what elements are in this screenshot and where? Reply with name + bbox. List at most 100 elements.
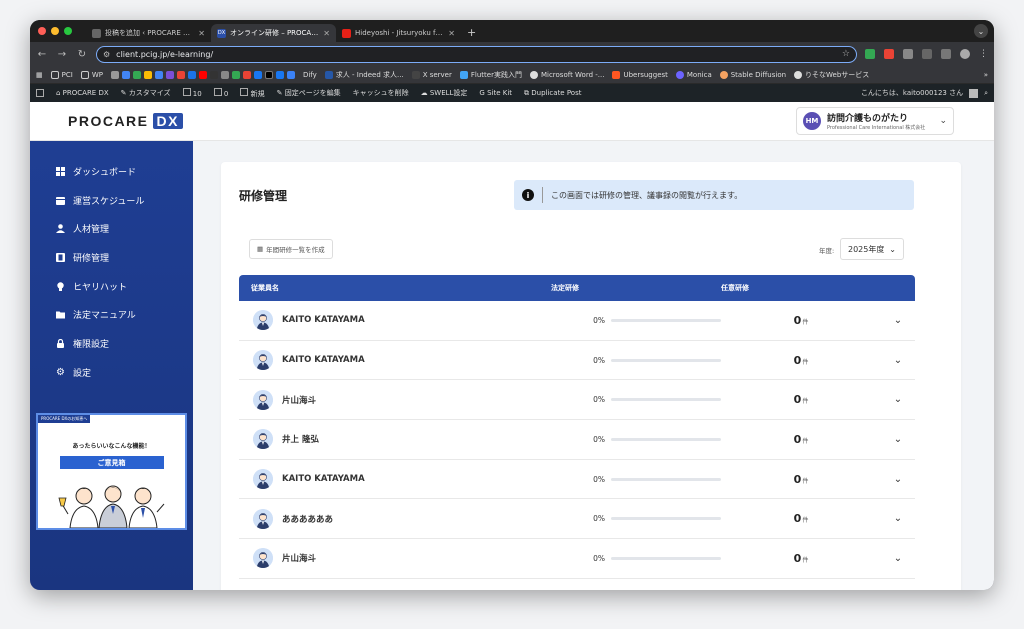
reading-list-icon[interactable]: [941, 49, 951, 59]
sidebar-item-training[interactable]: 研修管理: [30, 243, 193, 272]
procare-favicon: DX: [217, 28, 226, 38]
table-row[interactable]: KAITO KATAYAMA 0% 0 件 ⌄: [239, 301, 915, 341]
more-menu-icon[interactable]: ⋮: [979, 49, 988, 59]
browser-tab-active[interactable]: DX オンライン研修 – PROCARE DX ✕: [211, 24, 336, 42]
sidebar-item-manual[interactable]: 法定マニュアル: [30, 300, 193, 329]
url-text[interactable]: client.pcig.jp/e-learning/: [116, 50, 836, 59]
bookmark-icon[interactable]: [176, 70, 185, 79]
wp-customize-link[interactable]: ✎ カスタマイズ: [121, 88, 171, 98]
profile-avatar-icon[interactable]: [960, 49, 970, 59]
facebook-icon[interactable]: [275, 70, 284, 79]
sidebar-item-incident[interactable]: ヒヤリハット: [30, 272, 193, 301]
row-expand[interactable]: ⌄: [881, 434, 915, 445]
wp-account[interactable]: こんにちは、kaito000123 さん ⌕: [861, 88, 988, 98]
sidebar-item-dashboard[interactable]: ダッシュボード: [30, 157, 193, 186]
create-annual-list-button[interactable]: ▦ 年間研修一覧を作成: [249, 239, 333, 259]
address-bar[interactable]: ⚙ client.pcig.jp/e-learning/ ☆: [96, 45, 857, 63]
bookmark-icon[interactable]: [154, 70, 163, 79]
wp-edit-page-link[interactable]: ✎ 固定ページを編集: [277, 88, 341, 98]
bookmark-icon[interactable]: [220, 70, 229, 79]
extension-icon[interactable]: [865, 49, 875, 59]
youtube-icon: [342, 28, 351, 38]
apps-grid-icon[interactable]: ▦: [36, 71, 43, 79]
sidebar-item-permissions[interactable]: 権限設定: [30, 329, 193, 358]
forward-icon[interactable]: →: [56, 49, 68, 60]
bookmark-item[interactable]: Monica: [675, 70, 712, 79]
bookmark-icon[interactable]: [187, 70, 196, 79]
bookmark-star-icon[interactable]: ☆: [842, 49, 850, 59]
back-icon[interactable]: ←: [36, 49, 48, 60]
row-expand[interactable]: ⌄: [881, 355, 915, 366]
wp-comments-link[interactable]: 0: [213, 88, 228, 98]
wp-admin-bar: ⌂ PROCARE DX ✎ カスタマイズ 10 0 新規 ✎ 固定ページを編集…: [30, 84, 994, 102]
row-expand[interactable]: ⌄: [881, 553, 915, 564]
bookmark-item[interactable]: りそなWebサービス: [794, 70, 869, 80]
wordpress-logo-icon[interactable]: [36, 89, 44, 97]
bookmark-icon[interactable]: [143, 70, 152, 79]
browser-tab[interactable]: Hideyoshi - Jitsuryoku feat. ✕: [336, 24, 461, 42]
site-settings-icon[interactable]: ⚙: [103, 50, 110, 59]
sidebar-item-schedule[interactable]: 運営スケジュール: [30, 186, 193, 215]
extensions-puzzle-icon[interactable]: [903, 49, 913, 59]
table-row[interactable]: 片山海斗 0% 0 件 ⌄: [239, 539, 915, 579]
bookmark-icon[interactable]: [231, 70, 240, 79]
bookmark-item[interactable]: 求人 - Indeed 求人...: [324, 70, 404, 80]
monica-icon: [675, 70, 684, 79]
minimize-window-button[interactable]: [51, 27, 59, 35]
wp-updates-link[interactable]: 10: [182, 88, 202, 98]
table-row[interactable]: KAITO KATAYAMA 0% 0 件 ⌄: [239, 460, 915, 500]
feedback-button[interactable]: ご意見箱: [59, 456, 164, 469]
more-bookmarks-button[interactable]: »: [984, 71, 988, 79]
bookmark-item[interactable]: PCI: [50, 70, 73, 79]
wp-sitekit-link[interactable]: G Site Kit: [479, 89, 512, 97]
tab-search-icon[interactable]: ⌄: [974, 24, 988, 38]
feedback-banner[interactable]: PROCARE DXのお知恵へ あったらいいなこんな機能！ ご意見箱: [36, 413, 187, 530]
bookmark-icon[interactable]: [253, 70, 262, 79]
wp-swell-link[interactable]: ☁ SWELL設定: [421, 88, 468, 98]
wp-clear-cache-link[interactable]: キャッシュを削除: [353, 88, 409, 98]
site-logo[interactable]: PROCARE DX: [68, 113, 183, 129]
bookmark-item[interactable]: X server: [411, 70, 452, 79]
company-selector[interactable]: HM 訪問介護ものがたり Professional Care Internati…: [796, 107, 954, 135]
bookmark-icon[interactable]: [286, 70, 295, 79]
bookmark-item[interactable]: Stable Diffusion: [719, 70, 786, 79]
table-row[interactable]: 片山海斗 0% 0 件 ⌄: [239, 380, 915, 421]
sidebar-item-staff[interactable]: 人材管理: [30, 214, 193, 243]
bookmark-icon[interactable]: [209, 70, 218, 79]
table-row[interactable]: ああああああ 0% 0 件 ⌄: [239, 499, 915, 540]
bookmark-item[interactable]: WP: [80, 70, 103, 79]
zoom-window-button[interactable]: [64, 27, 72, 35]
close-window-button[interactable]: [38, 27, 46, 35]
close-tab-icon[interactable]: ✕: [198, 29, 205, 38]
row-expand[interactable]: ⌄: [881, 474, 915, 485]
bookmark-icon[interactable]: [165, 70, 174, 79]
download-icon[interactable]: [922, 49, 932, 59]
search-icon[interactable]: ⌕: [984, 89, 988, 98]
row-expand[interactable]: ⌄: [881, 315, 915, 326]
extension-icon[interactable]: [884, 49, 894, 59]
x-icon[interactable]: [264, 70, 273, 79]
bookmark-icon[interactable]: [198, 70, 207, 79]
new-tab-button[interactable]: +: [461, 24, 482, 42]
browser-tab[interactable]: 投稿を追加 ‹ PROCARE DX — WordPress ✕: [86, 24, 211, 42]
year-select[interactable]: 2025年度 ⌄: [840, 238, 904, 260]
row-expand[interactable]: ⌄: [881, 394, 915, 405]
bookmark-item[interactable]: Flutter実践入門: [459, 70, 522, 80]
bookmark-icon[interactable]: [132, 70, 141, 79]
bookmark-item[interactable]: Dify: [303, 71, 317, 79]
bookmark-icon[interactable]: [121, 70, 130, 79]
row-expand[interactable]: ⌄: [881, 513, 915, 524]
bookmark-icon[interactable]: [110, 70, 119, 79]
bookmark-item[interactable]: Microsoft Word -...: [529, 70, 604, 79]
bookmark-icon[interactable]: [242, 70, 251, 79]
reload-icon[interactable]: ↻: [76, 49, 88, 60]
table-row[interactable]: 井上 隆弘 0% 0 件 ⌄: [239, 420, 915, 460]
close-tab-icon[interactable]: ✕: [448, 29, 455, 38]
wp-new-link[interactable]: 新規: [240, 87, 265, 99]
sidebar-item-settings[interactable]: ⚙ 設定: [30, 358, 193, 387]
table-row[interactable]: KAITO KATAYAMA 0% 0 件 ⌄: [239, 341, 915, 381]
bookmark-item[interactable]: Ubersuggest: [612, 70, 668, 79]
wp-duplicate-link[interactable]: ⧉ Duplicate Post: [524, 89, 581, 98]
wp-site-link[interactable]: ⌂ PROCARE DX: [56, 89, 109, 97]
close-tab-icon[interactable]: ✕: [323, 29, 330, 38]
